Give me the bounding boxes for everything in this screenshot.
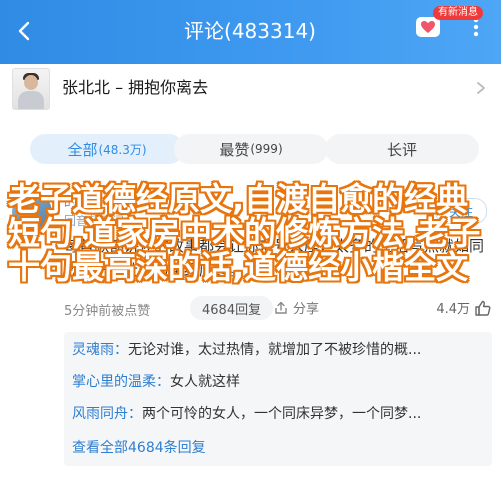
comment-user-name[interactable]: 的昵称 (64, 194, 103, 212)
comment-actions: 5分钟前被点赞 4684回复 分享 4.4万 (64, 296, 492, 322)
tab-top[interactable]: 最赞 (999) (174, 134, 328, 164)
tab-top-label: 最赞 (219, 140, 250, 159)
top-bar: 评论(483314) 有新消息 (0, 0, 501, 64)
like-count: 4.4万 (436, 302, 470, 317)
comment-body: 每首歌都讲述的故事都会让你对号入座，太多的生活写照就如同歌词一样让你仿佛经历过。 (64, 237, 485, 279)
share-button[interactable]: 分享 (274, 298, 319, 317)
view-all-replies-link[interactable]: 查看全部4684条回复 (72, 436, 206, 460)
tab-long-label: 长评 (386, 140, 417, 159)
comment-filter-tabs: 全部 (48.3万) 最赞 (999) 长评 (0, 112, 501, 182)
follow-button[interactable]: 关注 (435, 198, 487, 224)
reply-text: 女人就这样 (170, 374, 240, 390)
list-item[interactable]: 灵魂雨：无论对谁，太过热情，就增加了不被珍惜的概... (72, 338, 484, 362)
new-message-badge: 有新消息 (433, 6, 483, 20)
message-button[interactable]: 有新消息 (413, 6, 483, 42)
reply-author[interactable]: 灵魂雨： (72, 342, 128, 358)
tab-all[interactable]: 全部 (48.3万) (30, 134, 184, 164)
comment-user-sub: 回音频时间 (64, 214, 125, 228)
like-button[interactable]: 4.4万 (436, 298, 492, 317)
reply-count-button[interactable]: 4684回复 (190, 296, 274, 320)
avatar[interactable] (12, 192, 52, 232)
list-item[interactable]: 风雨同舟：两个可怜的女人，一个同床异梦，一个同梦... (72, 402, 484, 426)
comment-time: 5分钟前被点赞 (64, 304, 151, 319)
comment-card: 的昵称 回音频时间 关注 每首歌都讲述的故事都会让你对号入座，太多的生活写照就如… (0, 182, 501, 485)
tab-long[interactable]: 长评 (325, 134, 479, 164)
tab-all-label: 全部 (67, 140, 98, 159)
song-title: 张北北 – 拥抱你离去 (62, 78, 209, 97)
topbar-actions: 有新消息 (413, 6, 491, 42)
tab-top-count: (999) (250, 142, 283, 156)
list-item[interactable]: 掌心里的温柔：女人就这样 (72, 370, 484, 394)
share-label: 分享 (293, 302, 320, 317)
reply-author[interactable]: 掌心里的温柔： (72, 374, 170, 390)
song-info-bar[interactable]: 张北北 – 拥抱你离去 (0, 64, 501, 113)
page-title: 评论(483314) (184, 19, 316, 43)
share-icon (275, 301, 287, 314)
reply-author[interactable]: 风雨同舟： (72, 406, 142, 422)
reply-preview-box[interactable]: 灵魂雨：无论对谁，太过热情，就增加了不被珍惜的概... 掌心里的温柔：女人就这样… (64, 332, 492, 466)
song-cover-image (12, 68, 50, 110)
tab-all-count: (48.3万) (98, 142, 147, 157)
thumbs-up-icon (475, 300, 491, 316)
back-button[interactable] (8, 14, 42, 48)
reply-text: 两个可怜的女人，一个同床异梦，一个同梦... (142, 406, 422, 422)
chevron-right-icon (471, 78, 491, 98)
reply-text: 无论对谁，太过热情，就增加了不被珍惜的概... (128, 342, 422, 358)
chevron-left-icon (18, 21, 30, 41)
